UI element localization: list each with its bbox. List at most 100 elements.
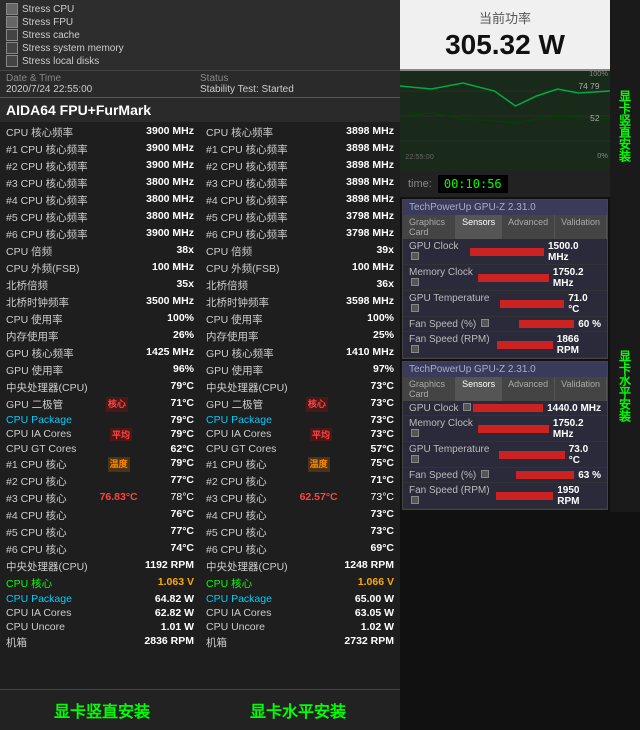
gpuz-bar bbox=[499, 451, 565, 459]
stress-options: Stress CPU Stress FPU Stress cache Stres… bbox=[0, 0, 400, 70]
gpuz-row-label: GPU Temperature bbox=[409, 293, 500, 315]
gpuz-bar-container: 1750.2 MHz bbox=[478, 418, 601, 440]
gpuz-bar bbox=[497, 341, 553, 349]
gpuz-panel-1: TechPowerUp GPU-Z 2.31.0 Graphics Card S… bbox=[402, 199, 608, 359]
gpuz-bar-container: 63 % bbox=[516, 470, 601, 481]
stress-fpu-option[interactable]: Stress FPU bbox=[6, 16, 394, 28]
bottom-label-right: 显卡水平安装 bbox=[250, 698, 346, 722]
metric-row: CPU GT Cores62°C bbox=[4, 442, 196, 456]
gpuz-row: Fan Speed (RPM) 1866 RPM bbox=[403, 332, 607, 358]
gpuz-row: Fan Speed (RPM) 1950 RPM bbox=[403, 483, 607, 509]
gpuz-row: GPU Temperature 73.0 °C bbox=[403, 442, 607, 468]
metric-row: CPU IA Cores62.82 W bbox=[4, 606, 196, 620]
datetime-value: 2020/7/24 22:55:00 bbox=[6, 84, 200, 95]
metric-row: 北桥倍频36x bbox=[204, 277, 396, 294]
gpuz-row-value: 1440.0 MHz bbox=[547, 403, 601, 414]
gpuz-row-value: 71.0 °C bbox=[568, 293, 601, 315]
gpuz-row-value: 1750.2 MHz bbox=[553, 267, 601, 289]
gpuz-bar-container: 1950 RPM bbox=[496, 485, 601, 507]
status-label: Status bbox=[200, 73, 394, 84]
metric-row: #4 CPU 核心频率3800 MHz bbox=[4, 192, 196, 209]
gpuz1-tab-advanced[interactable]: Advanced bbox=[502, 215, 555, 239]
side-panel: 当前功率 305.32 W 74 79 bbox=[400, 0, 640, 512]
timer-area: time: 00:10:56 bbox=[400, 171, 610, 197]
stress-disk-checkbox[interactable] bbox=[6, 55, 18, 67]
metric-row: GPU 二极管 核心 71°C bbox=[4, 396, 196, 413]
stress-disk-option[interactable]: Stress local disks bbox=[6, 55, 394, 67]
metric-row: CPU 倍频38x bbox=[4, 243, 196, 260]
metric-row: 北桥时钟频率3500 MHz bbox=[4, 294, 196, 311]
right-panel: 当前功率 305.32 W 74 79 bbox=[400, 0, 640, 730]
gpuz-row: Memory Clock 1750.2 MHz bbox=[403, 416, 607, 442]
metric-row: #1 CPU 核心频率3898 MHz bbox=[204, 141, 396, 158]
metric-row: GPU 使用率97% bbox=[204, 362, 396, 379]
bottom-labels: 显卡竖直安装 显卡水平安装 bbox=[0, 689, 400, 730]
stress-cpu-label: Stress CPU bbox=[22, 4, 74, 15]
metrics-area: CPU 核心频率3900 MHz#1 CPU 核心频率3900 MHz#2 CP… bbox=[0, 122, 400, 689]
gpuz2-tab-validation[interactable]: Validation bbox=[555, 377, 607, 401]
gpuz-row: GPU Temperature 71.0 °C bbox=[403, 291, 607, 317]
metric-row: #6 CPU 核心74°C bbox=[4, 541, 196, 558]
metric-row: #3 CPU 核心76.83°C 78°C bbox=[4, 490, 196, 507]
metric-row: CPU 核心频率3898 MHz bbox=[204, 124, 396, 141]
metric-row: #2 CPU 核心频率3900 MHz bbox=[4, 158, 196, 175]
gpuz2-header: TechPowerUp GPU-Z 2.31.0 bbox=[403, 362, 607, 377]
metric-row: #4 CPU 核心76°C bbox=[4, 507, 196, 524]
svg-text:0%: 0% bbox=[597, 152, 608, 160]
metric-row: CPU Uncore1.01 W bbox=[4, 620, 196, 634]
metric-row: #1 CPU 核心 温度 79°C bbox=[4, 456, 196, 473]
svg-text:100%: 100% bbox=[589, 71, 608, 78]
metric-row: CPU 外频(FSB)100 MHz bbox=[4, 260, 196, 277]
gpuz-row-value: 1500.0 MHz bbox=[548, 241, 601, 263]
gpuz-row: GPU Clock 1500.0 MHz bbox=[403, 239, 607, 265]
gpuz-bar-container: 1750.2 MHz bbox=[478, 267, 601, 289]
gpuz2-tabs[interactable]: Graphics Card Sensors Advanced Validatio… bbox=[403, 377, 607, 401]
power-value: 305.32 W bbox=[404, 29, 606, 61]
metric-row: CPU Package65.00 W bbox=[204, 592, 396, 606]
gpuz1-rows: GPU Clock 1500.0 MHz Memory Clock 1750.2… bbox=[403, 239, 607, 358]
stress-memory-checkbox[interactable] bbox=[6, 42, 18, 54]
stress-fpu-checkbox[interactable] bbox=[6, 16, 18, 28]
gpuz-row-value: 1950 RPM bbox=[557, 485, 601, 507]
status-value: Stability Test: Started bbox=[200, 84, 394, 95]
metric-row: CPU 外频(FSB)100 MHz bbox=[204, 260, 396, 277]
gpuz-row-value: 60 % bbox=[578, 319, 601, 330]
gpuz2-tab-graphics[interactable]: Graphics Card bbox=[403, 377, 456, 401]
gpuz-row-value: 1866 RPM bbox=[557, 334, 601, 356]
bottom-label-left: 显卡竖直安装 bbox=[54, 698, 150, 722]
metric-row: 机箱2732 RPM bbox=[204, 634, 396, 651]
power-chart: 74 79 52 100% 0% 22:55:00 bbox=[400, 71, 610, 161]
stress-cache-option[interactable]: Stress cache bbox=[6, 29, 394, 41]
stress-cpu-checkbox[interactable] bbox=[6, 3, 18, 15]
timer-value: 00:10:56 bbox=[438, 175, 508, 193]
gpuz-bar bbox=[519, 320, 574, 328]
gpuz-bar-container: 1866 RPM bbox=[497, 334, 601, 356]
gpuz-bar bbox=[478, 425, 549, 433]
gpuz2-tab-advanced[interactable]: Advanced bbox=[502, 377, 555, 401]
gpuz1-tab-sensors[interactable]: Sensors bbox=[456, 215, 502, 239]
gpuz-row-label: GPU Clock bbox=[409, 241, 470, 263]
metric-row: CPU 使用率100% bbox=[204, 311, 396, 328]
gpuz-row: Fan Speed (%) 60 % bbox=[403, 317, 607, 332]
gpuz1-tab-graphics[interactable]: Graphics Card bbox=[403, 215, 456, 239]
stress-cache-checkbox[interactable] bbox=[6, 29, 18, 41]
gpuz2-tab-sensors[interactable]: Sensors bbox=[456, 377, 502, 401]
gpuz1-tab-validation[interactable]: Validation bbox=[555, 215, 607, 239]
right-side-labels: 显卡竖直安装 显卡水平安装 bbox=[610, 0, 640, 512]
metric-row: GPU 核心频率1425 MHz bbox=[4, 345, 196, 362]
metric-row: 北桥时钟频率3598 MHz bbox=[204, 294, 396, 311]
gpuz-row-value: 63 % bbox=[578, 470, 601, 481]
gpuz1-header: TechPowerUp GPU-Z 2.31.0 bbox=[403, 200, 607, 215]
stress-cpu-option[interactable]: Stress CPU bbox=[6, 3, 394, 15]
gpuz-row-value: 73.0 °C bbox=[569, 444, 601, 466]
metric-row: CPU IA Cores63.05 W bbox=[204, 606, 396, 620]
stress-disk-label: Stress local disks bbox=[22, 56, 99, 67]
gpuz-row: GPU Clock 1440.0 MHz bbox=[403, 401, 607, 416]
gpuz-panel-2: TechPowerUp GPU-Z 2.31.0 Graphics Card S… bbox=[402, 361, 608, 510]
gpuz-bar bbox=[478, 274, 549, 282]
metric-row: 中央处理器(CPU)1192 RPM bbox=[4, 558, 196, 575]
stress-memory-option[interactable]: Stress system memory bbox=[6, 42, 394, 54]
metric-row: CPU IA Cores 平均 79°C bbox=[4, 427, 196, 442]
metric-row: CPU Package64.82 W bbox=[4, 592, 196, 606]
gpuz1-tabs[interactable]: Graphics Card Sensors Advanced Validatio… bbox=[403, 215, 607, 239]
